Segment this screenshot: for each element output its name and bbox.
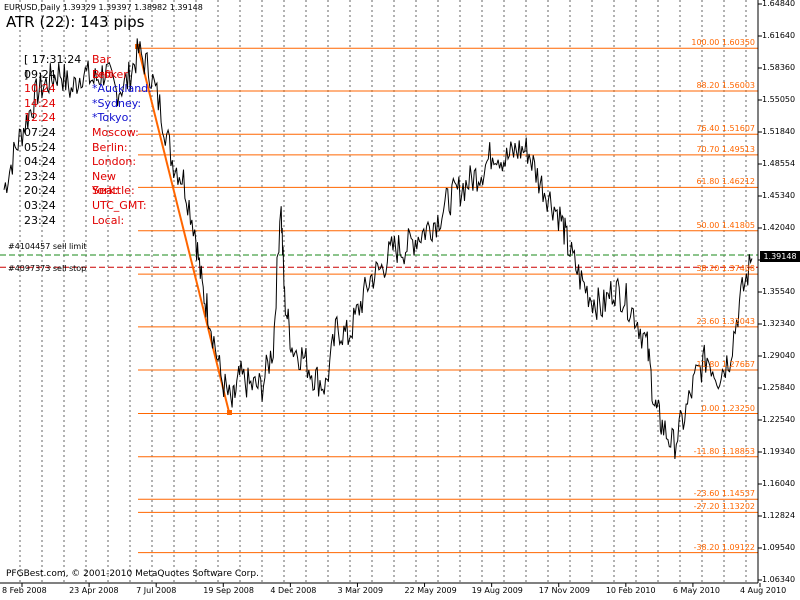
time-axis-label: 19 Sep 2008 bbox=[203, 586, 254, 595]
fib-level-label: 61.80 1.46212 bbox=[696, 177, 755, 187]
price-axis-label: 1.29040 bbox=[762, 351, 796, 360]
price-axis-label: 1.16040 bbox=[762, 479, 796, 488]
clock-city: Local: bbox=[92, 213, 125, 227]
price-axis-label: 1.12824 bbox=[762, 511, 796, 520]
fibonacci-retracement[interactable] bbox=[138, 47, 758, 554]
price-axis-label: 1.58360 bbox=[762, 63, 796, 72]
clock-city: Broker bbox=[92, 67, 128, 81]
fib-level-label: 88.20 1.56003 bbox=[696, 81, 755, 90]
clock-city: *Tokyo: bbox=[92, 111, 133, 125]
price-axis-label: 1.32340 bbox=[762, 319, 796, 328]
clock-time: 05:24 bbox=[24, 140, 56, 154]
clock-time: 23:24 bbox=[24, 169, 56, 183]
fib-anchor-bottom[interactable] bbox=[227, 410, 232, 415]
clock-city: UTC_GMT: bbox=[92, 198, 147, 212]
symbol-header: EURUSD,Daily 1.39329 1.39397 1.38982 1.3… bbox=[4, 3, 203, 12]
time-axis-label: 17 Nov 2009 bbox=[538, 586, 590, 595]
price-axis-label: 1.51840 bbox=[762, 127, 796, 136]
price-axis-label: 1.64840 bbox=[762, 0, 796, 8]
fib-trend-line[interactable] bbox=[137, 46, 230, 413]
clock-time: 04:24 bbox=[24, 155, 56, 169]
copyright-text: PFGBest.com, © 2001-2010 MetaQuotes Soft… bbox=[6, 569, 259, 579]
clock-city: London: bbox=[92, 155, 137, 169]
clock-city: Seattle: bbox=[92, 184, 135, 198]
price-axis-label: 1.25840 bbox=[762, 383, 796, 392]
price-axis-label: 1.22540 bbox=[762, 415, 796, 424]
atr-indicator-label: ATR (22): 143 pips bbox=[6, 13, 145, 31]
time-axis-label: 22 May 2009 bbox=[404, 586, 457, 595]
fib-level-label: -23.60 1.14537 bbox=[693, 489, 755, 499]
sell-stop-order-label[interactable]: #4097373 sell stop bbox=[8, 264, 86, 273]
time-axis-label: 19 Aug 2009 bbox=[471, 586, 523, 595]
clock-time: 20:24 bbox=[24, 184, 56, 198]
clock-city: *Auckland: bbox=[92, 82, 152, 96]
price-axis-label: 1.06340 bbox=[762, 575, 796, 584]
time-axis-label: 8 Feb 2008 bbox=[2, 586, 47, 595]
price-axis-label: 1.55050 bbox=[762, 95, 796, 104]
fib-level-label: 76.40 1.51607 bbox=[696, 124, 755, 134]
fib-level-label: -38.20 1.09122 bbox=[693, 542, 755, 552]
fib-level-label: 11.80 1.27667 bbox=[696, 360, 755, 369]
time-axis-label: 6 May 2010 bbox=[672, 586, 720, 595]
price-axis-label: 1.48554 bbox=[762, 159, 796, 168]
time-axis-label: 7 Jul 2008 bbox=[136, 586, 177, 595]
clock-time: 07:24 bbox=[24, 125, 56, 139]
clock-city: Berlin: bbox=[92, 140, 128, 154]
time-axis-label: 23 Apr 2008 bbox=[69, 586, 119, 595]
clock-city: *Sydney: bbox=[92, 96, 142, 110]
price-axis-label: 1.09540 bbox=[762, 543, 796, 552]
fib-level-label: 0.00 1.23250 bbox=[701, 403, 755, 413]
fib-level-label: 100.00 1.60350 bbox=[691, 38, 755, 48]
price-axis-label: 1.61640 bbox=[762, 31, 796, 40]
time-axis-label: 10 Feb 2010 bbox=[605, 586, 656, 595]
fib-level-label: -11.80 1.18853 bbox=[693, 446, 755, 456]
clock-time: 10:24 bbox=[24, 82, 56, 96]
current-price-marker: 1.39148 bbox=[760, 251, 800, 262]
fib-level-label: 50.00 1.41805 bbox=[696, 220, 755, 230]
time-axis-label: 4 Dec 2008 bbox=[270, 586, 317, 595]
fib-level-label: 23.60 1.32043 bbox=[696, 316, 755, 326]
sell-limit-order-label[interactable]: #4104457 sell limit bbox=[8, 242, 87, 251]
clock-time: 12:24 bbox=[24, 111, 56, 125]
clock-time: 14:24 bbox=[24, 96, 56, 110]
price-axis-label: 1.19340 bbox=[762, 447, 796, 456]
order-lines[interactable] bbox=[0, 254, 758, 268]
price-axis-label: 1.42040 bbox=[762, 223, 796, 232]
clock-time: 03:24 bbox=[24, 198, 56, 212]
fib-level-label: -27.20 1.13202 bbox=[693, 502, 755, 512]
clock-time: 23:24 bbox=[24, 213, 56, 227]
time-axis-label: 3 Mar 2009 bbox=[337, 586, 384, 595]
fib-level-label: 70.70 1.49513 bbox=[696, 144, 755, 154]
fib-level-label: 38.20 1.37408 bbox=[696, 264, 755, 274]
price-axis-label: 1.45340 bbox=[762, 191, 796, 200]
clock-time: 09:24 bbox=[24, 67, 56, 81]
price-axis-label: 1.35540 bbox=[762, 287, 796, 296]
clock-city: Moscow: bbox=[92, 125, 139, 139]
time-axis-label: 4 Aug 2010 bbox=[740, 586, 787, 595]
